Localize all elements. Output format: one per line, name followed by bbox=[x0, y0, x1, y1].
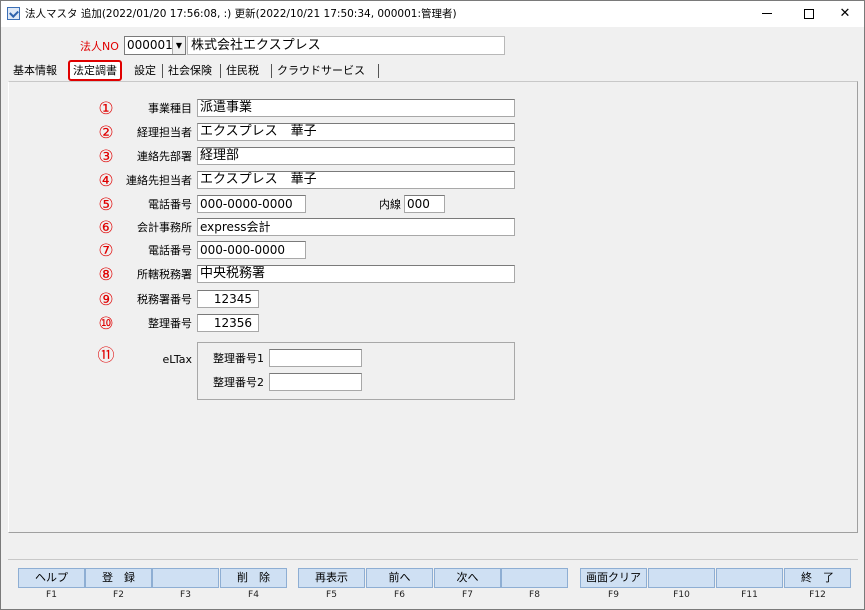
phone-field[interactable]: 000-0000-0000 bbox=[197, 195, 306, 213]
tab-statutory-report[interactable]: 法定調書 bbox=[68, 60, 122, 81]
fkey-label: F11 bbox=[741, 590, 758, 600]
clear-screen-button[interactable]: 画面クリア bbox=[580, 568, 647, 588]
fkey-label: F1 bbox=[46, 590, 57, 600]
eltax-ref1-label: 整理番号1 bbox=[213, 352, 264, 365]
register-button[interactable]: 登 録 bbox=[85, 568, 152, 588]
app-icon bbox=[7, 7, 20, 20]
tab-separator bbox=[220, 64, 221, 78]
corp-no-label: 法人NO bbox=[80, 40, 119, 53]
tab-settings[interactable]: 設定 bbox=[134, 62, 156, 81]
f8-button[interactable] bbox=[501, 568, 568, 588]
exit-button[interactable]: 終 了 bbox=[784, 568, 851, 588]
help-button[interactable]: ヘルプ bbox=[18, 568, 85, 588]
maximize-icon bbox=[804, 8, 814, 19]
eltax-ref2-field[interactable] bbox=[269, 373, 362, 391]
tab-separator bbox=[162, 64, 163, 78]
fkey-label: F7 bbox=[462, 590, 473, 600]
tax-office-number-label: 税務署番号 bbox=[137, 293, 192, 306]
tab-separator bbox=[271, 64, 272, 78]
close-icon: ✕ bbox=[839, 6, 851, 21]
eltax-ref2-label: 整理番号2 bbox=[213, 376, 264, 389]
accounting-person-field[interactable]: エクスプレス 華子 bbox=[197, 123, 515, 141]
fkey-label: F6 bbox=[394, 590, 405, 600]
extension-label: 内線 bbox=[379, 198, 401, 211]
tab-cloud-service[interactable]: クラウドサービス bbox=[277, 62, 365, 81]
fkey-label: F9 bbox=[608, 590, 619, 600]
fkey-label: F4 bbox=[248, 590, 259, 600]
business-type-field[interactable]: 派遣事業 bbox=[197, 99, 515, 117]
accounting-office-label: 会計事務所 bbox=[137, 221, 192, 234]
f3-button[interactable] bbox=[152, 568, 219, 588]
reference-number-field[interactable]: 12356 bbox=[197, 314, 259, 332]
corp-no-select[interactable]: 000001 ▼ bbox=[124, 36, 186, 55]
accounting-office-field[interactable]: express会計 bbox=[197, 218, 515, 236]
tax-office-number-field[interactable]: 12345 bbox=[197, 290, 259, 308]
window: 法人マスタ 追加(2022/01/20 17:56:08, :) 更新(2022… bbox=[0, 0, 865, 610]
office-phone-field[interactable]: 000-000-0000 bbox=[197, 241, 306, 259]
tax-office-label: 所轄税務署 bbox=[137, 268, 192, 281]
contact-dept-field[interactable]: 経理部 bbox=[197, 147, 515, 165]
previous-button[interactable]: 前へ bbox=[366, 568, 433, 588]
eltax-ref1-field[interactable] bbox=[269, 349, 362, 367]
tax-office-field[interactable]: 中央税務署 bbox=[197, 265, 515, 283]
minimize-icon bbox=[762, 13, 772, 14]
corp-no-value: 000001 bbox=[127, 38, 173, 52]
fkey-label: F5 bbox=[326, 590, 337, 600]
f11-button[interactable] bbox=[716, 568, 783, 588]
contact-dept-label: 連絡先部署 bbox=[137, 150, 192, 163]
window-title: 法人マスタ 追加(2022/01/20 17:56:08, :) 更新(2022… bbox=[25, 8, 457, 20]
tab-social-insurance[interactable]: 社会保険 bbox=[168, 62, 212, 81]
next-button[interactable]: 次へ bbox=[434, 568, 501, 588]
function-key-bar: ヘルプ 登 録 削 除 再表示 前へ 次へ 画面クリア 終 了 bbox=[18, 568, 851, 588]
divider bbox=[8, 559, 858, 560]
fkey-label: F3 bbox=[180, 590, 191, 600]
function-key-labels: F1 F2 F3 F4 F5 F6 F7 F8 F9 F10 F11 F12 bbox=[18, 590, 851, 604]
f10-button[interactable] bbox=[648, 568, 715, 588]
close-button[interactable]: ✕ bbox=[823, 1, 865, 27]
contact-person-field[interactable]: エクスプレス 華子 bbox=[197, 171, 515, 189]
contact-person-label: 連絡先担当者 bbox=[126, 174, 192, 187]
fkey-label: F12 bbox=[809, 590, 826, 600]
tab-resident-tax[interactable]: 住民税 bbox=[226, 62, 259, 81]
extension-field[interactable]: 000 bbox=[404, 195, 445, 213]
fkey-label: F8 bbox=[529, 590, 540, 600]
redisplay-button[interactable]: 再表示 bbox=[298, 568, 365, 588]
office-phone-label: 電話番号 bbox=[148, 244, 192, 257]
fkey-label: F10 bbox=[673, 590, 690, 600]
chevron-down-icon[interactable]: ▼ bbox=[172, 37, 185, 54]
reference-number-label: 整理番号 bbox=[148, 317, 192, 330]
fkey-label: F2 bbox=[113, 590, 124, 600]
tab-separator bbox=[378, 64, 379, 78]
corp-name-field[interactable]: 株式会社エクスプレス bbox=[187, 36, 505, 55]
delete-button[interactable]: 削 除 bbox=[220, 568, 287, 588]
phone-label: 電話番号 bbox=[148, 198, 192, 211]
minimize-button[interactable] bbox=[745, 1, 789, 27]
business-type-label: 事業種目 bbox=[148, 102, 192, 115]
title-bar: 法人マスタ 追加(2022/01/20 17:56:08, :) 更新(2022… bbox=[1, 1, 864, 27]
accounting-person-label: 経理担当者 bbox=[137, 126, 192, 139]
tab-basic-info[interactable]: 基本情報 bbox=[13, 62, 57, 81]
